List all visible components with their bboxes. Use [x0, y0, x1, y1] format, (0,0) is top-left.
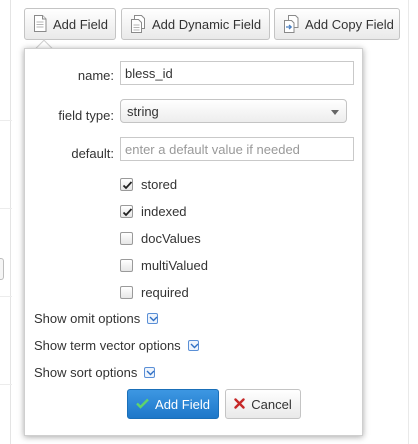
field-type-value: string	[127, 103, 159, 119]
submit-add-field-button[interactable]: Add Field	[127, 389, 219, 419]
chevron-down-icon	[147, 313, 159, 324]
show-sort-options-label: Show sort options	[34, 365, 138, 380]
submit-add-field-label: Add Field	[155, 396, 210, 412]
add-field-popup: name: field type: string default: stored…	[24, 48, 363, 436]
checkmark-icon	[136, 397, 149, 412]
field-type-select[interactable]: string	[120, 99, 347, 123]
copy-arrow-icon	[283, 15, 299, 33]
left-column-border	[10, 0, 11, 444]
stored-label: stored	[141, 176, 178, 192]
show-term-vector-options-toggle[interactable]: Show term vector options	[34, 338, 199, 353]
docvalues-label: docValues	[141, 230, 201, 246]
docvalues-checkbox[interactable]	[120, 231, 133, 245]
show-omit-options-toggle[interactable]: Show omit options	[34, 311, 159, 326]
multivalued-label: multiValued	[141, 257, 208, 273]
multivalued-checkbox[interactable]	[120, 258, 133, 272]
default-label: default:	[71, 146, 114, 161]
chevron-down-icon	[331, 110, 339, 115]
add-dynamic-field-label: Add Dynamic Field	[152, 16, 262, 32]
show-term-vector-options-label: Show term vector options	[34, 338, 181, 353]
show-sort-options-toggle[interactable]: Show sort options	[34, 365, 156, 380]
cancel-label: Cancel	[251, 396, 292, 412]
indexed-checkbox[interactable]	[120, 204, 133, 218]
background-rule	[0, 384, 12, 385]
add-field-button[interactable]: Add Field	[24, 8, 116, 40]
required-checkbox[interactable]	[120, 285, 133, 299]
background-handle[interactable]	[0, 258, 4, 280]
chevron-down-icon	[144, 367, 156, 378]
background-rule	[0, 296, 12, 297]
name-label: name:	[77, 68, 114, 83]
field-type-label: field type:	[58, 108, 114, 123]
stored-checkbox[interactable]	[120, 177, 133, 191]
add-copy-field-button[interactable]: Add Copy Field	[274, 8, 400, 40]
multivalued-checkbox-row[interactable]: multiValued	[120, 256, 208, 274]
stored-checkbox-row[interactable]: stored	[120, 175, 177, 193]
indexed-label: indexed	[141, 203, 187, 219]
name-input[interactable]	[120, 61, 354, 85]
background-rule	[0, 120, 12, 121]
docvalues-checkbox-row[interactable]: docValues	[120, 229, 201, 247]
chevron-down-icon	[187, 340, 199, 351]
add-field-label: Add Field	[53, 16, 108, 32]
right-column-border	[408, 0, 409, 444]
cancel-button[interactable]: Cancel	[225, 389, 301, 419]
show-omit-options-label: Show omit options	[34, 311, 141, 326]
default-value-input[interactable]	[120, 137, 354, 161]
x-icon	[234, 397, 245, 412]
indexed-checkbox-row[interactable]: indexed	[120, 202, 187, 220]
copy-documents-icon	[130, 15, 146, 33]
add-dynamic-field-button[interactable]: Add Dynamic Field	[121, 8, 270, 40]
background-rule	[0, 208, 12, 209]
document-icon	[33, 15, 47, 33]
required-checkbox-row[interactable]: required	[120, 283, 189, 301]
required-label: required	[141, 284, 189, 300]
add-copy-field-label: Add Copy Field	[305, 16, 394, 32]
